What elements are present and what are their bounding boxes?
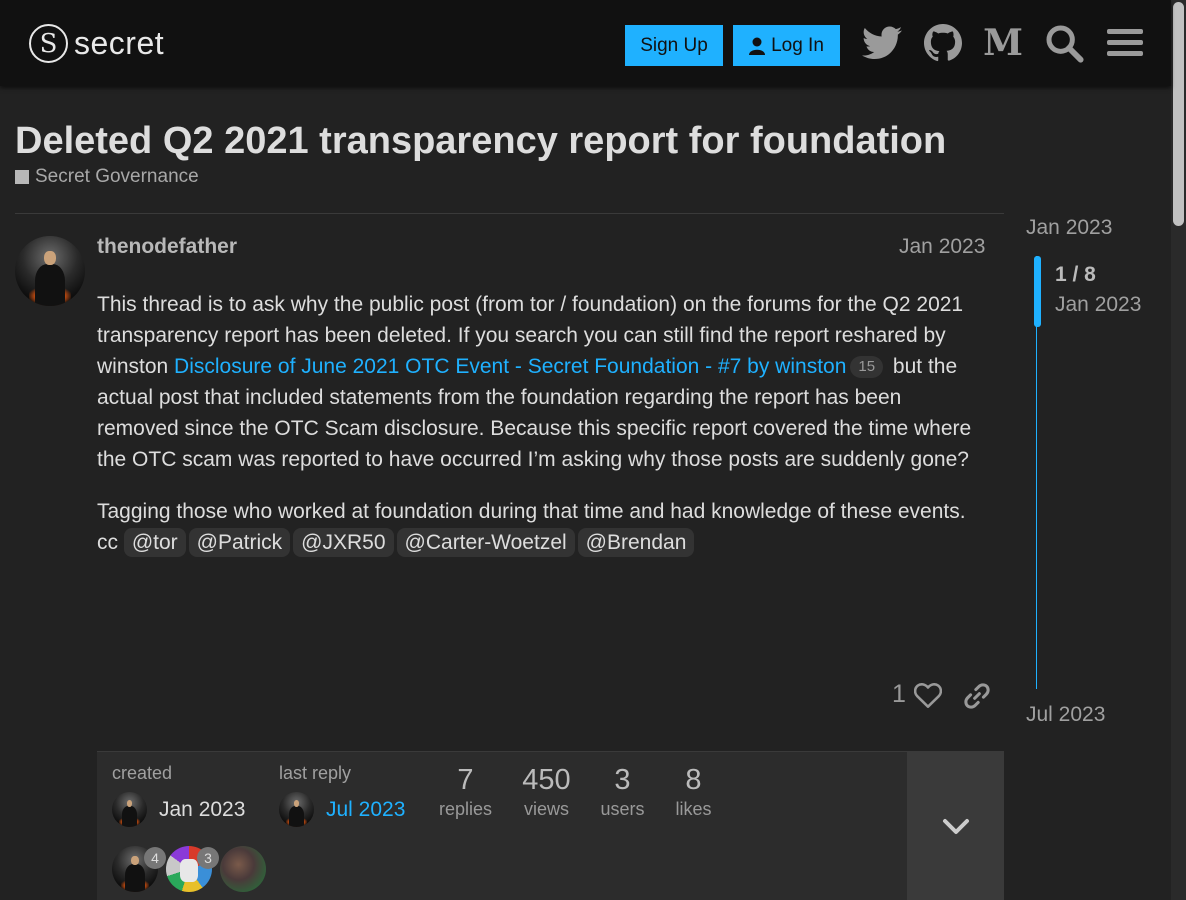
participant-post-count: 4 [144,847,166,869]
stat-label: likes [675,799,712,819]
stat-label: users [600,799,645,819]
stat-number: 8 [685,764,702,796]
mention-patrick[interactable]: @Patrick [188,528,291,557]
category-name: Secret Governance [35,166,199,187]
logo-text: secret [74,25,165,61]
created-info: created Jan 2023 [112,763,245,827]
avatar[interactable] [112,792,147,827]
last-reply-date[interactable]: Jul 2023 [326,798,405,822]
category-link[interactable]: Secret Governance [15,166,199,188]
disclosure-link[interactable]: Disclosure of June 2021 OTC Event - Secr… [174,355,846,378]
user-icon [749,37,766,55]
logo-mark: S [29,24,68,63]
participant-avatar[interactable] [220,846,266,892]
last-reply-info[interactable]: last reply Jul 2023 [279,763,405,827]
log-in-label: Log In [771,34,824,56]
like-button[interactable]: 1 [892,680,942,709]
mention-jxr50[interactable]: @JXR50 [293,528,394,557]
post-date[interactable]: Jan 2023 [899,235,985,259]
post-paragraph-2: Tagging those who worked at foundation d… [97,500,966,523]
stat-number: 3 [614,764,631,796]
site-header: S secret Sign Up Log In M [0,0,1171,86]
participant-post-count: 3 [197,847,219,869]
mention-brendan[interactable]: @Brendan [577,528,695,557]
created-label: created [112,763,173,783]
share-link-icon[interactable] [963,682,991,710]
stat-label: views [523,799,569,819]
hamburger-menu-icon[interactable] [1104,22,1146,64]
avatar[interactable] [279,792,314,827]
stat-number: 7 [457,764,474,796]
mentions-line: cc @tor @Patrick @JXR50 @Carter-Woetzel @Bre… [97,527,987,558]
post-username[interactable]: thenodefather [97,235,237,259]
stat-label: replies [438,799,493,819]
search-icon[interactable] [1043,22,1085,64]
stat-views: 450 views [519,764,574,820]
scrollbar[interactable] [1171,0,1186,900]
heart-icon [913,682,942,708]
last-reply-label: last reply [279,763,352,783]
stat-number: 450 [522,764,571,796]
mention-carter-woetzel[interactable]: @Carter-Woetzel [396,528,575,557]
chevron-down-icon [942,818,969,834]
timeline-handle-date: Jan 2023 [1055,293,1142,316]
avatar[interactable] [15,236,85,306]
title-divider [15,213,1004,214]
expand-topic-map-button[interactable] [907,752,1004,900]
created-date: Jan 2023 [159,797,246,821]
log-in-button[interactable]: Log In [733,25,840,66]
link-click-count: 15 [850,356,884,378]
topic-map: created Jan 2023 last reply Jul 2023 7 r… [97,751,1004,900]
topic-title[interactable]: Deleted Q2 2021 transparency report for … [15,120,946,163]
category-badge-icon [15,170,29,184]
github-icon[interactable] [922,22,964,64]
twitter-icon[interactable] [861,22,903,64]
medium-icon[interactable]: M [982,22,1024,64]
stat-users: 3 users [595,764,650,820]
scrollbar-thumb[interactable] [1173,2,1184,226]
timeline-end-date[interactable]: Jul 2023 [1026,703,1105,727]
cc-label: cc [97,531,118,554]
medium-glyph: M [983,22,1023,64]
sign-up-button[interactable]: Sign Up [625,25,723,66]
post-body: This thread is to ask why the public pos… [97,289,987,558]
timeline-post-counter: 1 / 8 [1055,263,1096,286]
stat-replies: 7 replies [438,764,493,820]
post-paragraph-1: This thread is to ask why the public pos… [97,289,987,475]
timeline-start-date[interactable]: Jan 2023 [1026,216,1112,240]
like-count: 1 [892,680,906,708]
site-logo[interactable]: S secret [29,24,164,63]
stat-likes: 8 likes [666,764,721,820]
mention-tor[interactable]: @tor [123,528,186,557]
timeline-handle[interactable] [1034,256,1041,327]
